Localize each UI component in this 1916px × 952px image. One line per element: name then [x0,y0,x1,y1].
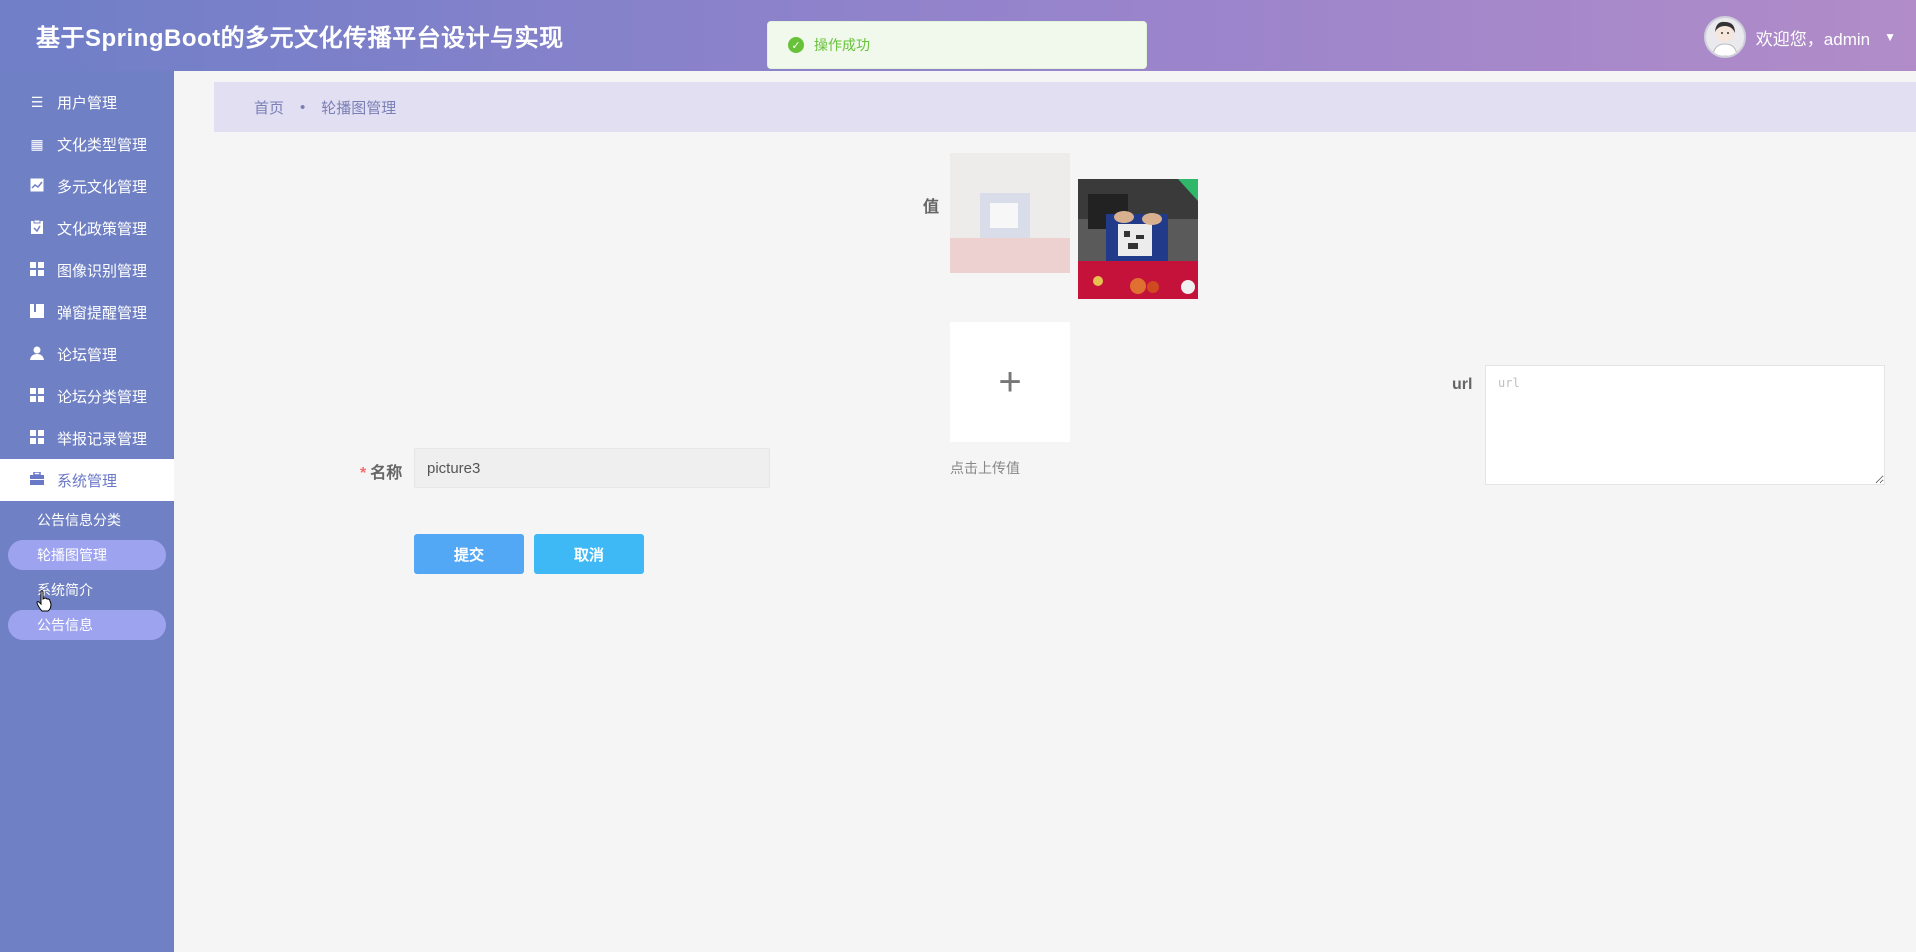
caret-down-icon[interactable]: ▼ [1884,30,1896,44]
breadcrumb: 首页 • 轮播图管理 [214,82,1916,132]
sidebar-item-policy[interactable]: 文化政策管理 [0,207,174,249]
user-icon [29,346,45,363]
avatar[interactable] [1703,16,1746,58]
sidebar-item-image-recognition[interactable]: 图像识别管理 [0,249,174,291]
sidebar: ☰ 用户管理 ▦ 文化类型管理 多元文化管理 文化政策管理 图像识别管理 弹窗提… [0,71,174,952]
sidebar-item-popup[interactable]: 弹窗提醒管理 [0,291,174,333]
breadcrumb-current: 轮播图管理 [321,99,397,117]
carousel-image-faded[interactable] [950,153,1070,273]
sidebar-item-label: 论坛管理 [57,346,118,364]
sidebar-item-label: 文化政策管理 [57,220,148,238]
sidebar-item-label: 举报记录管理 [57,430,148,448]
apps-icon [29,261,45,279]
sidebar-item-label: 用户管理 [57,94,118,112]
upload-button[interactable]: + [950,322,1070,442]
clipboard-icon [29,219,45,237]
name-label: * 名称 [360,459,402,483]
sidebar-item-label: 弹窗提醒管理 [57,304,148,322]
sidebar-item-label: 图像识别管理 [57,262,148,280]
submenu-item-notice-category[interactable]: 公告信息分类 [8,505,166,535]
welcome-text[interactable]: 欢迎您，admin [1756,25,1870,50]
required-asterisk: * [360,465,367,482]
url-label: url [1452,376,1473,393]
sidebar-item-report[interactable]: 举报记录管理 [0,417,174,459]
carousel-image[interactable] [1078,179,1198,299]
sidebar-item-label: 论坛分类管理 [57,388,148,406]
sidebar-item-culture[interactable]: 多元文化管理 [0,165,174,207]
avatar-icon [1712,21,1738,56]
sidebar-item-culture-type[interactable]: ▦ 文化类型管理 [0,123,174,165]
user-menu[interactable]: 欢迎您，admin ▼ [1703,16,1896,58]
system-submenu: 公告信息分类 轮播图管理 系统简介 公告信息 [0,501,174,640]
success-toast: ✓ 操作成功 [767,21,1147,69]
sidebar-item-label: 系统管理 [57,472,118,490]
grid-icon: ▦ [30,135,44,152]
cancel-button[interactable]: 取消 [534,534,644,574]
chart-icon [29,178,45,195]
breadcrumb-separator: • [300,98,306,116]
sidebar-item-forum-category[interactable]: 论坛分类管理 [0,375,174,417]
sidebar-item-label: 多元文化管理 [57,178,148,196]
toast-message: 操作成功 [814,37,870,53]
value-label: 值 [923,199,940,216]
briefcase-icon [29,471,45,488]
sidebar-item-forum[interactable]: 论坛管理 [0,333,174,375]
submenu-item-notice[interactable]: 公告信息 [8,610,166,640]
submenu-item-carousel[interactable]: 轮播图管理 [8,540,166,570]
sidebar-item-user[interactable]: ☰ 用户管理 [0,81,174,123]
check-circle-icon: ✓ [788,37,804,53]
sidebar-item-system[interactable]: 系统管理 [0,459,174,501]
apps-icon [29,387,45,405]
plus-icon: + [998,359,1022,404]
breadcrumb-home[interactable]: 首页 [254,97,284,118]
name-label-text: 名称 [370,465,403,482]
list-icon: ☰ [30,93,44,110]
name-field[interactable] [414,448,770,488]
book-icon [29,303,45,321]
upload-hint: 点击上传值 [950,460,1020,476]
hand-cursor-icon [36,590,52,617]
app-title: 基于SpringBoot的多元文化传播平台设计与实现 [36,25,564,52]
submenu-item-system-intro[interactable]: 系统简介 [8,575,166,605]
submit-button[interactable]: 提交 [414,534,524,574]
apps-icon [29,429,45,447]
sidebar-item-label: 文化类型管理 [57,136,148,154]
url-field[interactable] [1485,365,1885,485]
